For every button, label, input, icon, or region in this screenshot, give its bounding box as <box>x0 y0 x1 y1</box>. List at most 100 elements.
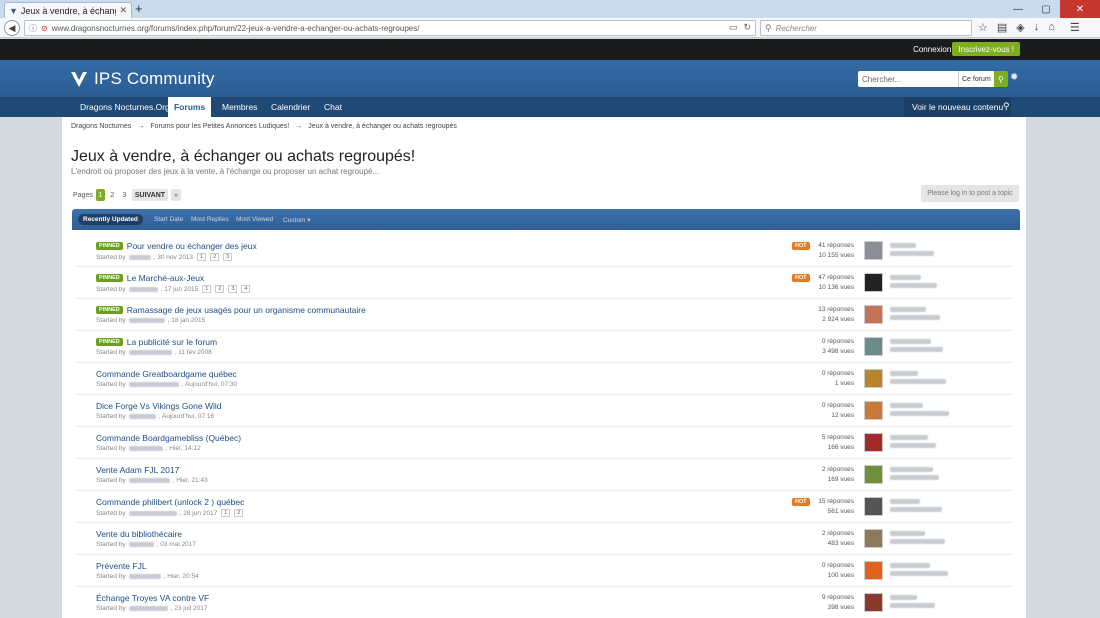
topic-row[interactable]: PINNED Le Marché-aux-Jeux Started by , 17 j… <box>74 267 1014 299</box>
site-search-input[interactable]: Chercher... <box>858 71 958 87</box>
avatar[interactable] <box>864 369 883 388</box>
new-content-link[interactable]: Voir le nouveau contenu <box>904 97 1012 117</box>
last-poster-blurred[interactable] <box>890 307 940 323</box>
reader-icon[interactable]: ▭ <box>729 22 738 33</box>
new-tab-button[interactable]: + <box>135 1 143 16</box>
last-poster-blurred[interactable] <box>890 371 946 387</box>
last-poster-blurred[interactable] <box>890 595 935 611</box>
author-name-blurred[interactable] <box>128 510 177 516</box>
topic-title-link[interactable]: Commande philibert (unlock 2 ) québec <box>96 497 244 507</box>
nav-item-forums[interactable]: Forums <box>168 97 212 117</box>
topic-title-link[interactable]: Ramassage de jeux usagés pour un organis… <box>127 305 366 315</box>
avatar[interactable] <box>864 401 883 420</box>
topic-title-link[interactable]: Le Marché-aux-Jeux <box>127 273 204 283</box>
breadcrumb-home[interactable]: Dragons Nocturnes <box>71 123 131 130</box>
next-page-button[interactable]: SUIVANT <box>131 189 169 201</box>
last-poster-blurred[interactable] <box>890 435 936 451</box>
page-1-link[interactable]: 1 <box>95 189 105 201</box>
site-logo[interactable]: IPS Community <box>70 69 215 89</box>
topic-page-link[interactable]: 1 <box>197 253 207 261</box>
last-poster-blurred[interactable] <box>890 403 949 419</box>
topic-row[interactable]: Prévente FJL Started by , Hier, 20:54 0 rép… <box>74 555 1014 587</box>
browser-search[interactable]: ⚲ Rechercher <box>760 20 972 36</box>
gear-icon[interactable]: ✹ <box>1010 72 1018 83</box>
reload-icon[interactable]: ↻ <box>743 22 751 33</box>
avatar[interactable] <box>864 273 883 292</box>
last-poster-blurred[interactable] <box>890 467 939 483</box>
avatar[interactable] <box>864 529 883 548</box>
topic-page-link[interactable]: 2 <box>215 285 225 293</box>
topic-row[interactable]: Échange Troyes VA contre VF Started by , 2… <box>74 587 1014 618</box>
address-bar[interactable]: ⓘ ⊘ www.dragonsnocturnes.org/forums/inde… <box>24 20 756 36</box>
topic-title-link[interactable]: Commande Greatboardgame québec <box>96 369 237 379</box>
download-icon[interactable]: ↓ <box>1034 21 1040 34</box>
topic-row[interactable]: Vente Adam FJL 2017 Started by , Hier, 21:… <box>74 459 1014 491</box>
nav-item-members[interactable]: Membres <box>216 97 263 117</box>
author-name-blurred[interactable] <box>128 606 168 611</box>
nav-item-home[interactable]: Dragons Nocturnes.Org <box>74 97 176 117</box>
topic-page-link[interactable]: 3 <box>228 285 238 293</box>
author-name-blurred[interactable] <box>128 318 165 323</box>
avatar[interactable] <box>864 433 883 452</box>
bookmark-star-icon[interactable]: ☆ <box>978 21 988 34</box>
reading-list-icon[interactable]: ▤ <box>997 21 1007 34</box>
topic-title-link[interactable]: Échange Troyes VA contre VF <box>96 593 209 603</box>
topic-row[interactable]: PINNED Ramassage de jeux usagés pour un o… <box>74 299 1014 331</box>
topic-page-link[interactable]: 4 <box>241 285 251 293</box>
last-poster-blurred[interactable] <box>890 563 948 579</box>
filter-most-replies[interactable]: Most Replies <box>191 214 229 225</box>
nav-item-calendar[interactable]: Calendrier <box>265 97 316 117</box>
filter-custom[interactable]: Custom ▾ <box>283 214 310 225</box>
topic-row[interactable]: PINNED Pour vendre ou échanger des jeux St… <box>74 235 1014 267</box>
topic-title-link[interactable]: Commande Boardgamebliss (Québec) <box>96 433 241 443</box>
topic-page-link[interactable]: 2 <box>234 509 244 517</box>
page-2-link[interactable]: 2 <box>108 189 117 201</box>
avatar[interactable] <box>864 337 883 356</box>
back-button[interactable]: ◀ <box>4 20 20 36</box>
login-to-post-button[interactable]: Please log in to post a topic <box>921 185 1019 202</box>
avatar[interactable] <box>864 497 883 516</box>
browser-tab[interactable]: ▼ Jeux à vendre, à échanger ou... ✕ <box>4 2 132 18</box>
close-window-button[interactable]: ✕ <box>1060 0 1100 18</box>
topic-title-link[interactable]: Vente du bibliothécaire <box>96 529 182 539</box>
topic-row[interactable]: Commande philibert (unlock 2 ) québec Sta… <box>74 491 1014 523</box>
home-icon[interactable]: ⌂ <box>1048 21 1055 34</box>
author-name-blurred[interactable] <box>128 382 179 387</box>
author-name-blurred[interactable] <box>128 254 151 260</box>
filter-recently-updated[interactable]: Recently Updated <box>78 214 143 225</box>
topic-title-link[interactable]: Prévente FJL <box>96 561 147 571</box>
author-name-blurred[interactable] <box>128 542 154 547</box>
filter-most-viewed[interactable]: Most Viewed <box>236 214 273 225</box>
last-poster-blurred[interactable] <box>890 275 937 291</box>
topic-page-link[interactable]: 2 <box>210 253 220 261</box>
last-poster-blurred[interactable] <box>890 499 942 515</box>
register-button[interactable]: Inscrivez-vous ! <box>952 42 1020 56</box>
avatar[interactable] <box>864 593 883 612</box>
minimize-button[interactable]: — <box>1004 0 1032 18</box>
info-icon[interactable]: ⓘ <box>29 23 37 34</box>
topic-row[interactable]: Vente du bibliothécaire Started by , 03 ma… <box>74 523 1014 555</box>
author-name-blurred[interactable] <box>128 286 158 292</box>
topic-title-link[interactable]: Pour vendre ou échanger des jeux <box>127 241 257 251</box>
last-poster-blurred[interactable] <box>890 339 943 355</box>
topic-page-link[interactable]: 1 <box>202 285 212 293</box>
filter-start-date[interactable]: Start Date <box>154 214 183 225</box>
last-page-button[interactable]: » <box>171 189 182 201</box>
pocket-icon[interactable]: ◈ <box>1016 21 1024 34</box>
breadcrumb-category[interactable]: Forums pour les Petites Annonces Ludique… <box>150 123 289 130</box>
avatar[interactable] <box>864 305 883 324</box>
topic-row[interactable]: Dice Forge Vs Vikings Gone Wild Started b… <box>74 395 1014 427</box>
last-poster-blurred[interactable] <box>890 531 945 547</box>
location-pin-icon[interactable]: ⚲ <box>1003 101 1010 112</box>
avatar[interactable] <box>864 241 883 260</box>
page-3-link[interactable]: 3 <box>120 189 129 201</box>
topic-title-link[interactable]: La publicité sur le forum <box>127 337 217 347</box>
author-name-blurred[interactable] <box>128 478 170 483</box>
topic-title-link[interactable]: Dice Forge Vs Vikings Gone Wild <box>96 401 222 411</box>
site-search-button[interactable]: ⚲ <box>993 71 1008 87</box>
avatar[interactable] <box>864 561 883 580</box>
maximize-button[interactable]: ▢ <box>1032 0 1060 18</box>
topic-row[interactable]: PINNED La publicité sur le forum Started b… <box>74 331 1014 363</box>
author-name-blurred[interactable] <box>128 574 161 579</box>
topic-row[interactable]: Commande Boardgamebliss (Québec) Started … <box>74 427 1014 459</box>
